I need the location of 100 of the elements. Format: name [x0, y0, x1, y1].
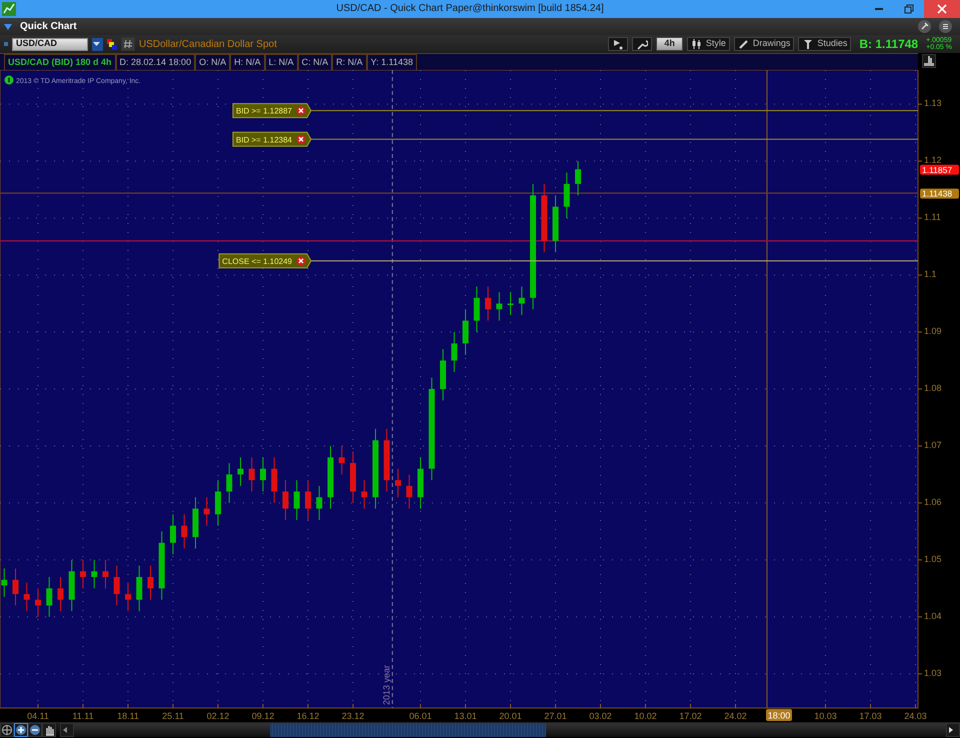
aggregation-button[interactable]: 4h: [656, 37, 683, 51]
date-axis-label: 04.11: [27, 711, 49, 721]
candle: [462, 308, 468, 356]
price-axis-label: 1.11: [924, 212, 941, 222]
info-icon: [4, 76, 14, 84]
date-axis-label: 02.12: [206, 711, 230, 721]
candle: [58, 576, 64, 612]
date-axis-label: 11.11: [72, 711, 94, 721]
window-title: USD/CAD - Quick Chart Paper@thinkorswim [build 1854.24]: [335, 2, 605, 16]
date-axis-label: 20.01: [499, 711, 522, 721]
date-axis-label: 18.11: [117, 711, 139, 721]
chart-app-icon: [2, 2, 16, 16]
candle: [564, 172, 570, 219]
cursor-icon: [612, 38, 624, 50]
remove-alert-icon[interactable]: [296, 134, 306, 144]
symbol-info-button[interactable]: [121, 37, 135, 51]
candle: [418, 456, 424, 510]
candle: [350, 451, 356, 504]
candle: [552, 194, 558, 253]
candle: [91, 559, 98, 589]
collapse-triangle-icon: [4, 22, 12, 30]
date-axis-label: 10.02: [634, 711, 657, 721]
date-axis-label: 23.12: [342, 711, 364, 721]
candle: [361, 480, 368, 510]
date-axis-label: 13.01: [454, 711, 477, 721]
wrench-icon: [636, 38, 648, 50]
time-marker-tag: 18:00: [766, 709, 792, 721]
alert-label: CLOSE <= 1.10249: [218, 253, 312, 268]
candle: [338, 445, 345, 475]
date-axis-label: 24.02: [724, 711, 747, 721]
symbol-field[interactable]: USD/CAD: [12, 38, 88, 50]
zoom-out-icon: [29, 724, 41, 736]
ref-line-label: BID >= 1.12887: [236, 106, 293, 116]
candle: [474, 286, 480, 333]
candle: [518, 286, 525, 316]
candle: [80, 559, 86, 589]
close-button[interactable]: [924, 0, 960, 18]
date-axis-label: 16.12: [296, 711, 320, 721]
candle: [68, 559, 75, 612]
menu-button[interactable]: [939, 20, 952, 33]
settings-button[interactable]: [632, 37, 652, 51]
drawings-button[interactable]: Drawings: [734, 37, 794, 51]
candle: [496, 292, 502, 322]
date-axis-label: 17.03: [859, 711, 882, 721]
candle: [271, 456, 278, 504]
candle: [485, 286, 491, 322]
cursor-button[interactable]: [608, 37, 628, 51]
pan-tool-button[interactable]: [0, 723, 14, 737]
zoom-in-button[interactable]: [14, 723, 28, 737]
price-axis-label: 1.06: [924, 496, 942, 507]
candle: [260, 456, 266, 492]
scroll-right-button[interactable]: [946, 723, 960, 737]
style-button[interactable]: Style: [686, 37, 730, 51]
price-axis-label: 1.1: [924, 269, 937, 280]
date-axis-label: 03.02: [589, 711, 612, 721]
price-axis-label: 1.13: [924, 98, 942, 108]
candle: [204, 496, 210, 526]
year-divider-label: 2013 year: [381, 664, 392, 705]
dropdown-button[interactable]: [92, 38, 103, 50]
candlestick-icon: [690, 38, 703, 50]
studies-button[interactable]: Studies: [798, 37, 852, 51]
candle: [24, 582, 30, 612]
minimize-icon: [875, 8, 883, 10]
remove-alert-icon[interactable]: [296, 106, 306, 116]
candle: [158, 530, 165, 600]
close-icon: [937, 4, 947, 14]
candle: [248, 456, 255, 492]
alert-label: BID >= 1.12887: [232, 103, 312, 118]
candle: [328, 445, 334, 510]
candle: [541, 183, 548, 253]
date-axis-label: 09.12: [252, 711, 274, 721]
candle: [148, 565, 154, 600]
zoom-out-button[interactable]: [28, 723, 42, 737]
alert-label: BID >= 1.12384: [232, 132, 312, 147]
candle: [395, 468, 401, 498]
panel-title: Quick Chart: [20, 20, 78, 34]
candle: [282, 480, 288, 521]
candle: [406, 474, 412, 510]
info-field: R: N/A: [332, 54, 367, 70]
scrollbar-thumb[interactable]: [270, 723, 546, 737]
candle: [384, 428, 390, 492]
candle: [440, 348, 446, 401]
price-axis-label: 1.05: [924, 554, 942, 564]
right-arrow-icon: [947, 724, 955, 736]
caret-icon: [92, 40, 101, 48]
price-axis-label: 1.07: [924, 440, 942, 450]
candle: [451, 332, 458, 372]
chart-title: USD/CAD (BID) 180 d 4h: [4, 54, 116, 70]
symbol-description: USDollar/Canadian Dollar Spot: [139, 38, 278, 52]
scroll-left-button[interactable]: [60, 723, 74, 737]
date-axis-label: 24.03: [904, 711, 927, 721]
candle: [305, 480, 311, 521]
remove-alert-icon[interactable]: [296, 256, 306, 266]
hash-icon: [122, 38, 134, 50]
flask-icon: [802, 38, 814, 50]
candle: [226, 462, 232, 504]
price-marker-tag: 1.11857: [920, 164, 959, 175]
info-field: Y: 1.11438: [366, 54, 418, 70]
candle: [136, 565, 142, 612]
bid-quote: B: 1.11748: [859, 36, 918, 53]
